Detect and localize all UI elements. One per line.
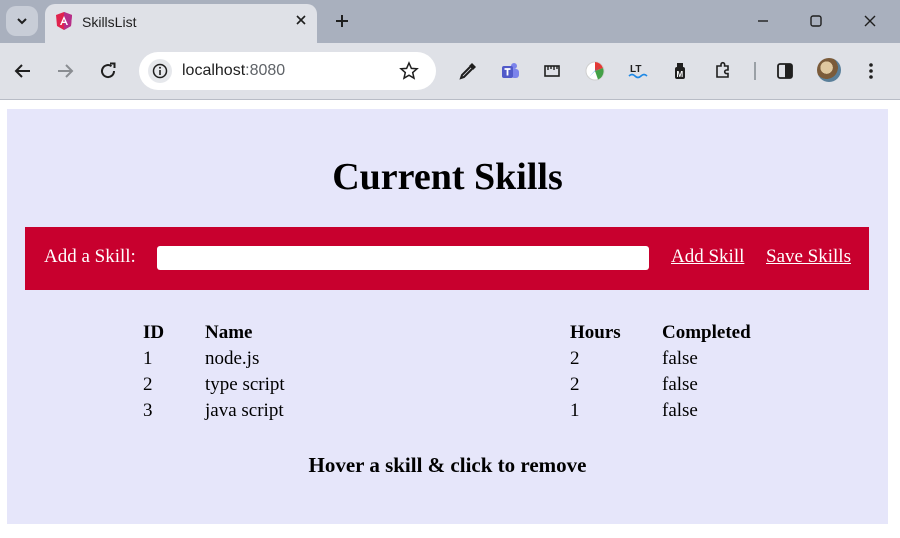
cell-hours: 2 — [570, 348, 580, 369]
extensions-button[interactable] — [710, 58, 736, 84]
maximize-button[interactable] — [801, 8, 831, 34]
column-header-name: Name — [205, 322, 253, 343]
browser-menu-button[interactable] — [858, 58, 884, 84]
puzzle-icon — [716, 61, 729, 78]
close-window-button[interactable] — [855, 8, 885, 34]
cell-completed: false — [662, 348, 698, 369]
remove-hint: Hover a skill & click to remove — [308, 453, 587, 477]
eyedropper-icon — [459, 63, 476, 80]
reload-button[interactable] — [94, 57, 122, 85]
column-header-id: ID — [143, 322, 165, 343]
svg-text:M: M — [677, 70, 684, 79]
extension-colorful[interactable] — [582, 58, 608, 84]
page-viewport: Current Skills Add a Skill: Add Skill Sa… — [0, 100, 900, 538]
url-host: localhost — [182, 62, 246, 79]
profile-avatar[interactable] — [817, 58, 841, 82]
languagetool-icon: LT — [628, 64, 648, 79]
cell-id: 3 — [143, 400, 153, 421]
extension-languagetool[interactable]: LT — [625, 58, 651, 84]
cell-hours: 2 — [570, 374, 580, 395]
star-icon — [399, 61, 419, 80]
cell-hours: 1 — [570, 400, 580, 421]
color-wheel-icon — [585, 61, 605, 81]
teams-icon — [502, 63, 519, 78]
page-title: Current Skills — [332, 156, 563, 198]
extension-teams[interactable] — [497, 58, 523, 84]
extension-eyedropper[interactable] — [455, 58, 481, 84]
tab-strip: SkillsList — [0, 0, 900, 43]
cell-name: type script — [205, 374, 285, 395]
table-row[interactable]: 1 node.js 2 false — [143, 346, 782, 372]
cell-name: java script — [205, 400, 284, 421]
url-port: :8080 — [245, 62, 286, 79]
angular-logo-icon — [56, 12, 72, 30]
new-tab-button[interactable] — [330, 9, 354, 33]
save-skills-button[interactable]: Save Skills — [766, 246, 851, 268]
cell-completed: false — [662, 400, 698, 421]
ruler-icon — [544, 65, 560, 77]
arrow-left-icon — [14, 64, 30, 78]
side-panel-icon — [777, 63, 793, 79]
reload-icon — [101, 62, 116, 79]
address-bar[interactable]: localhost:8080 — [139, 52, 436, 90]
back-button[interactable] — [9, 57, 37, 85]
table-row[interactable]: 3 java script 1 false — [143, 398, 782, 424]
table-header-row: ID Name Hours Completed — [143, 320, 782, 346]
cell-id: 1 — [143, 348, 153, 369]
kebab-menu-icon — [869, 63, 873, 79]
extension-ruler[interactable] — [539, 58, 565, 84]
add-skill-button[interactable]: Add Skill — [671, 246, 744, 268]
forward-button[interactable] — [51, 57, 79, 85]
arrow-right-icon — [58, 64, 74, 78]
bookmark-button[interactable] — [397, 59, 421, 83]
browser-tab[interactable]: SkillsList — [45, 4, 317, 43]
cell-completed: false — [662, 374, 698, 395]
cell-id: 2 — [143, 374, 153, 395]
add-skill-bar: Add a Skill: Add Skill Save Skills — [25, 227, 869, 290]
chevron-down-icon — [17, 18, 27, 25]
side-panel-button[interactable] — [772, 58, 798, 84]
table-row[interactable]: 2 type script 2 false — [143, 372, 782, 398]
toolbar-divider — [754, 62, 756, 80]
info-icon — [152, 63, 168, 79]
tab-title: SkillsList — [82, 14, 137, 30]
close-icon — [864, 15, 876, 27]
minimize-icon — [758, 20, 768, 22]
column-header-completed: Completed — [662, 322, 751, 343]
cell-name: node.js — [205, 348, 260, 369]
extension-m[interactable]: M — [667, 58, 693, 84]
skills-app: Current Skills Add a Skill: Add Skill Sa… — [7, 109, 888, 524]
close-icon — [296, 15, 306, 25]
skill-input[interactable] — [157, 246, 649, 270]
bottle-icon: M — [675, 63, 685, 79]
minimize-button[interactable] — [748, 8, 778, 34]
site-info-button[interactable] — [148, 59, 172, 83]
tab-search-button[interactable] — [6, 6, 38, 36]
column-header-hours: Hours — [570, 322, 621, 343]
skills-table: ID Name Hours Completed 1 node.js 2 fals… — [143, 320, 782, 424]
svg-text:LT: LT — [630, 64, 641, 75]
tab-close-button[interactable] — [291, 10, 311, 30]
add-skill-label: Add a Skill: — [44, 246, 136, 267]
browser-toolbar: localhost:8080 LT M — [0, 43, 900, 100]
maximize-icon — [810, 15, 822, 27]
url-text[interactable]: localhost:8080 — [182, 62, 285, 80]
plus-icon — [336, 15, 348, 27]
